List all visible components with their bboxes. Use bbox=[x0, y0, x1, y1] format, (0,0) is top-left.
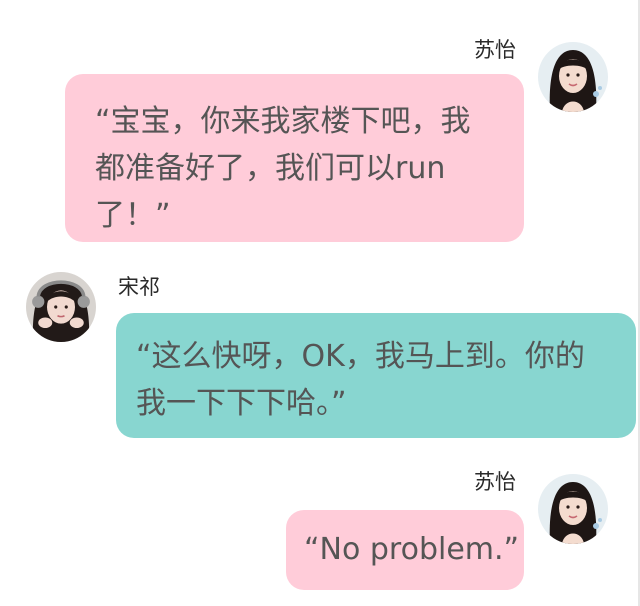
avatar-suyi[interactable] bbox=[538, 42, 608, 112]
avatar-suyi[interactable] bbox=[538, 474, 608, 544]
avatar-suyi-icon bbox=[538, 42, 608, 112]
sender-name: 宋祁 bbox=[118, 275, 160, 299]
avatar-songqi-icon bbox=[26, 272, 96, 342]
message-bubble-1[interactable]: “宝宝，你来我家楼下吧，我都准备好了，我们可以run了！” bbox=[65, 74, 524, 242]
avatar-suyi-icon bbox=[538, 474, 608, 544]
sender-name: 苏怡 bbox=[474, 38, 516, 62]
message-bubble-3[interactable]: “No problem.” bbox=[286, 510, 524, 590]
sender-name: 苏怡 bbox=[474, 470, 516, 494]
avatar-songqi[interactable] bbox=[26, 272, 96, 342]
message-bubble-2[interactable]: “这么快呀，OK，我马上到。你的我一下下下哈。” bbox=[116, 313, 636, 438]
